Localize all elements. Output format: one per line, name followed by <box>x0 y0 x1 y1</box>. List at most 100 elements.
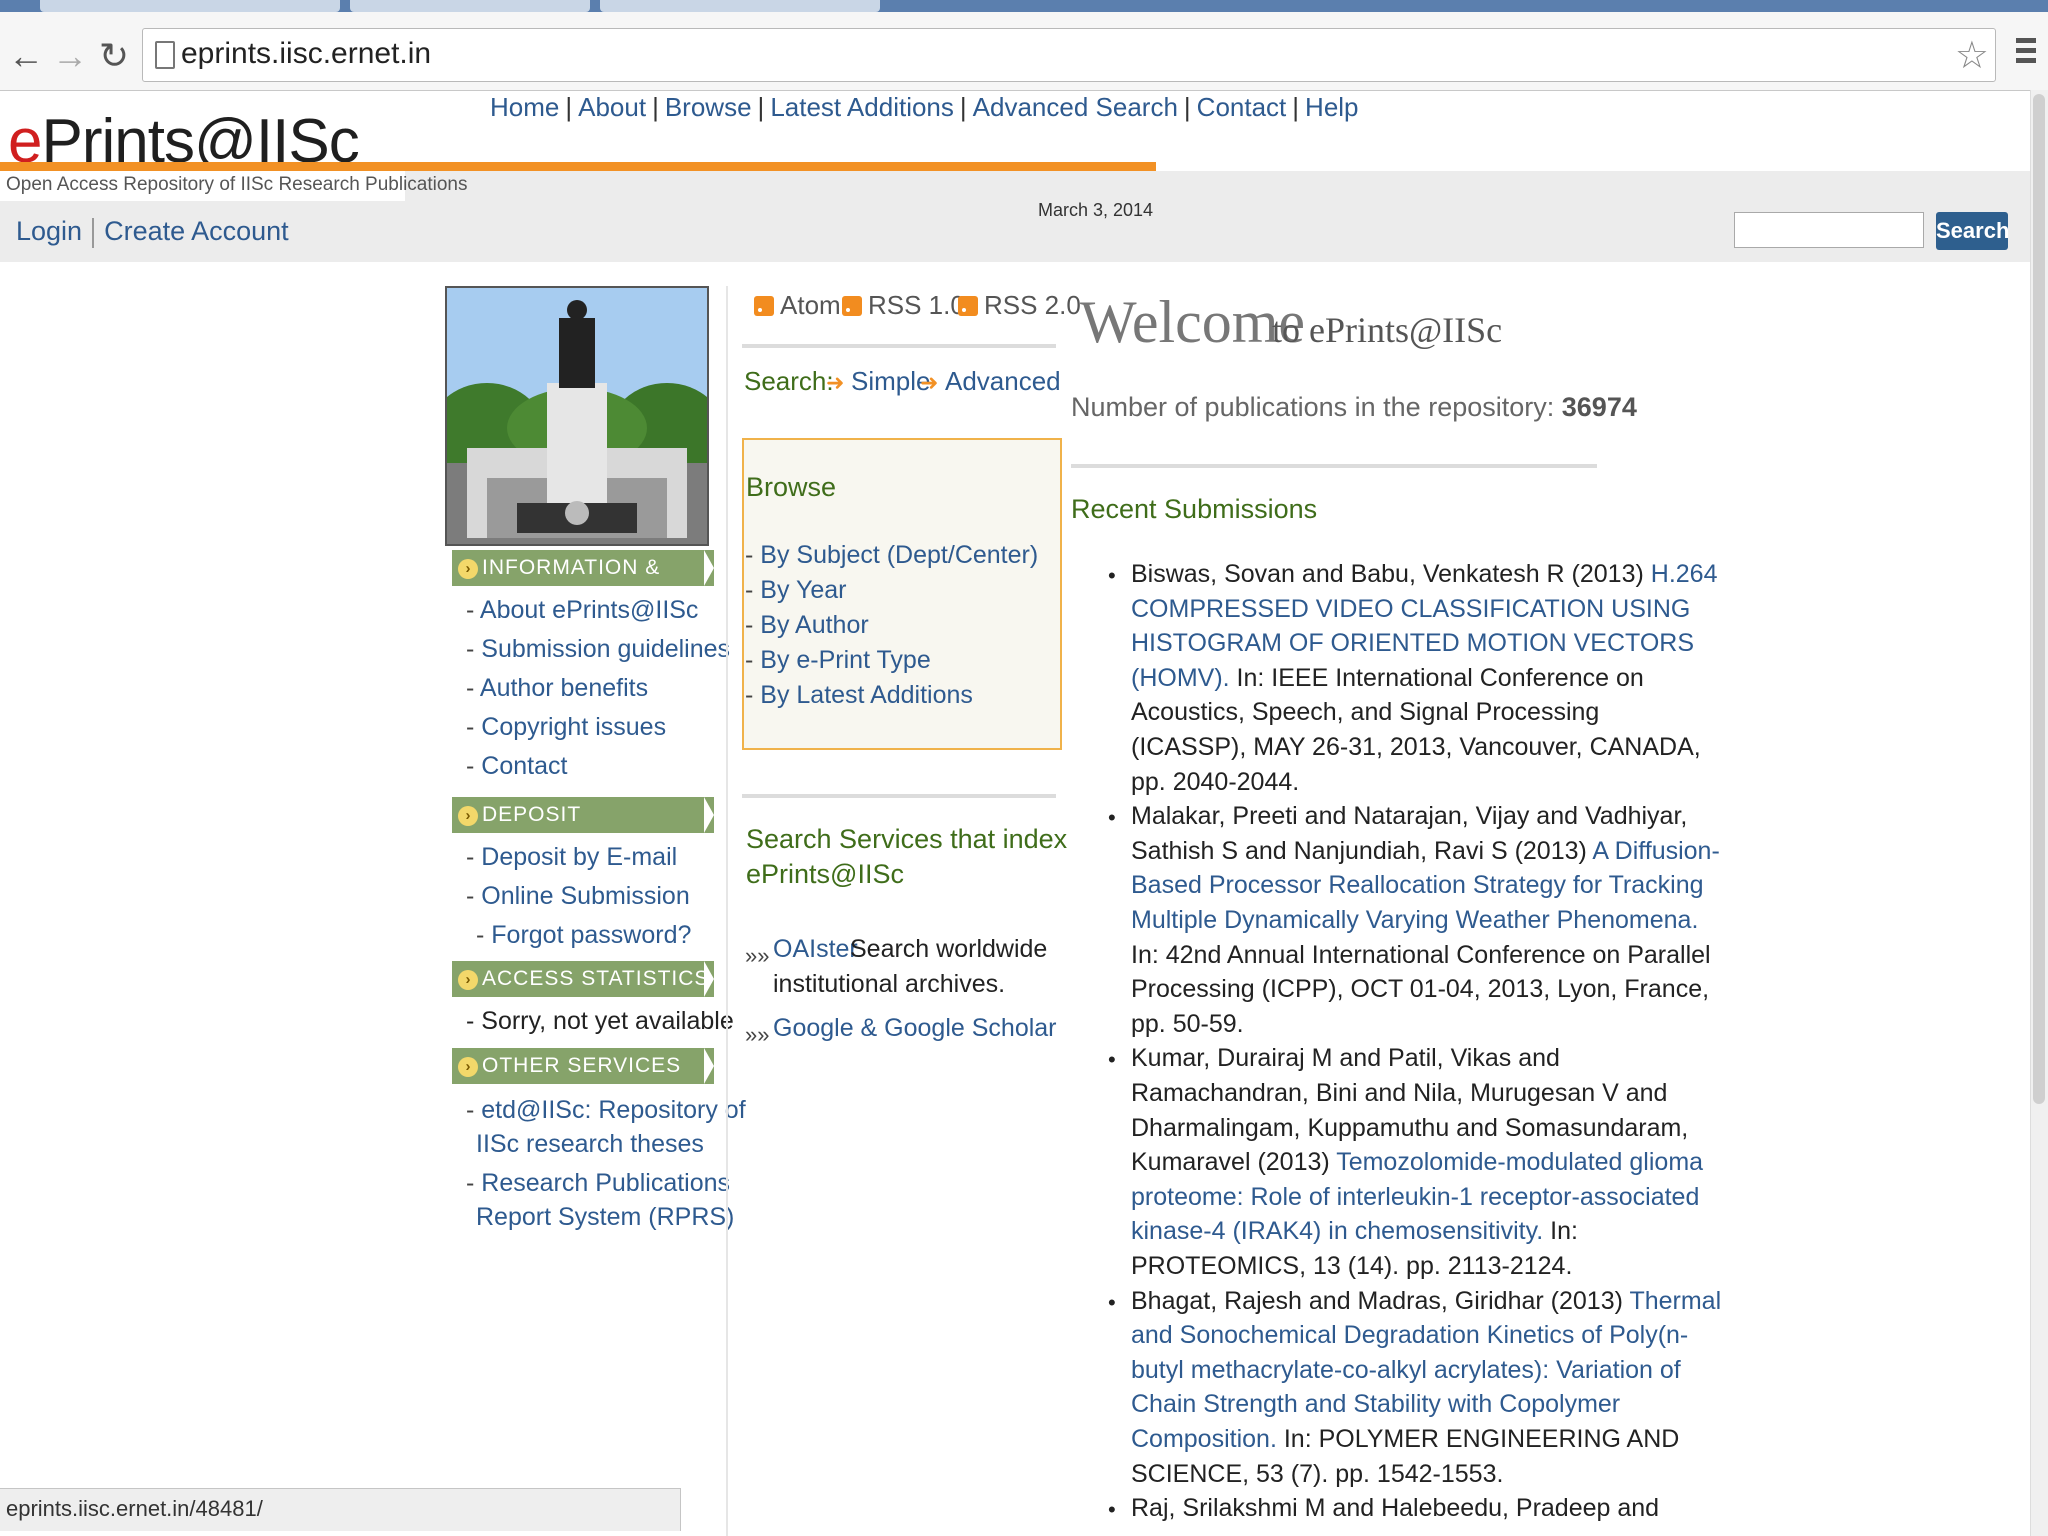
account-links: Login Create Account <box>16 216 289 248</box>
submission-entry-line: Dharmalingam, Kuppamuthu and Somasundara… <box>1131 1113 1689 1142</box>
nav-about[interactable]: About <box>578 92 646 122</box>
bullet-icon: • <box>1108 1047 1116 1073</box>
link-submission-guidelines[interactable]: - Submission guidelines <box>466 635 730 664</box>
arrow-circle-icon: › <box>458 1057 478 1077</box>
submission-entry-line[interactable]: Based Processor Reallocation Strategy fo… <box>1131 871 1704 900</box>
submission-entry-line: pp. 50-59. <box>1131 1009 1244 1038</box>
link-etd-iisc[interactable]: - etd@IISc: Repository of IISc research t… <box>466 1093 746 1161</box>
submission-entry-line[interactable]: Sathish S and Nanjundiah, Ravi S (2013) … <box>1131 837 1720 866</box>
back-arrow-icon[interactable]: ← <box>4 34 48 78</box>
bullet-icon: • <box>1108 805 1116 831</box>
submission-entry-line[interactable]: (HOMV). In: IEEE International Conferenc… <box>1131 664 1644 693</box>
feed-icon <box>958 296 978 316</box>
submission-title-link: Multiple Dynamically Varying Weather Phe… <box>1131 906 1699 934</box>
link-rprs[interactable]: - Research Publications Report System (RP… <box>466 1166 734 1234</box>
bookmark-star-icon[interactable]: ☆ <box>1955 33 1989 78</box>
browser-toolbar: ← → ↻ eprints.iisc.ernet.in ☆ <box>0 12 2048 91</box>
nav-help[interactable]: Help <box>1305 92 1358 122</box>
feed-icon <box>842 296 862 316</box>
submission-entry-line: Kumar, Durairaj M and Patil, Vikas and <box>1131 1044 1560 1073</box>
link-copyright-issues[interactable]: - Copyright issues <box>466 713 666 742</box>
nav-contact[interactable]: Contact <box>1197 92 1287 122</box>
submission-entry-line[interactable]: HISTOGRAM OF ORIENTED MOTION VECTORS <box>1131 629 1694 658</box>
submission-entry-line[interactable]: Chain Strength and Stability with Copoly… <box>1131 1390 1620 1419</box>
browse-title: Browse <box>746 472 837 502</box>
nav-latest-additions[interactable]: Latest Additions <box>770 92 954 122</box>
submission-entry-line[interactable]: Kumaravel (2013) Temozolomide-modulated … <box>1131 1148 1703 1177</box>
browser-menu-icon[interactable] <box>2016 38 2036 68</box>
link-about-eprints[interactable]: - About ePrints@IISc <box>466 596 698 625</box>
submission-entry-line: PROTEOMICS, 13 (14). pp. 2113-2124. <box>1131 1252 1573 1280</box>
browse-by-eprint-type[interactable]: - By e-Print Type <box>745 646 931 675</box>
submission-entry-line: Acoustics, Speech, and Signal Processing <box>1131 698 1600 727</box>
section-deposit-publications: › DEPOSIT PUBLICATIONS <box>452 797 714 862</box>
submission-entry-line[interactable]: Biswas, Sovan and Babu, Venkatesh R (201… <box>1131 560 1717 589</box>
submission-entry-line[interactable]: Composition. In: POLYMER ENGINEERING AND <box>1131 1425 1679 1454</box>
publication-count: Number of publications in the repository… <box>1071 392 1637 422</box>
submission-title-link: and Sonochemical Degradation Kinetics of… <box>1131 1321 1689 1350</box>
nav-browse[interactable]: Browse <box>665 92 752 122</box>
link-author-benefits[interactable]: - Author benefits <box>466 674 648 703</box>
publication-count-value: 36974 <box>1561 392 1637 422</box>
oaister-description-line1: Search worldwide <box>850 935 1048 963</box>
login-link[interactable]: Login <box>16 216 82 246</box>
login-bar <box>0 200 2030 262</box>
address-bar[interactable]: eprints.iisc.ernet.in ☆ <box>142 28 1996 82</box>
simple-search-link[interactable]: Simple <box>851 366 930 397</box>
submission-entry-line[interactable]: Multiple Dynamically Varying Weather Phe… <box>1131 906 1698 935</box>
arrow-right-icon: ➜ <box>920 370 939 395</box>
bullet-icon: • <box>1108 1497 1116 1523</box>
header-accent-bar <box>0 162 1156 171</box>
status-url: eprints.iisc.ernet.in/48481/ <box>6 1496 263 1521</box>
arrow-circle-icon: › <box>458 559 478 579</box>
browser-tab[interactable] <box>40 0 340 12</box>
feed-rss-2[interactable]: RSS 2.0 <box>958 290 1081 321</box>
submission-entry-line: In: 42nd Annual International Conference… <box>1131 940 1711 969</box>
statue-photo <box>445 286 709 546</box>
submission-title-link: butyl methacrylate-co-alkyl acrylates): … <box>1131 1355 1681 1384</box>
submission-title-link: Composition. <box>1131 1425 1277 1453</box>
submission-entry-line[interactable]: and Sonochemical Degradation Kinetics of… <box>1131 1321 1688 1350</box>
search-label: Search: <box>744 366 834 396</box>
browse-by-subject[interactable]: - By Subject (Dept/Center) <box>745 541 1038 570</box>
double-chevron-icon: »» <box>745 943 770 968</box>
feed-atom[interactable]: Atom <box>754 290 841 321</box>
submission-entry-line[interactable]: proteome: Role of interleukin-1 receptor… <box>1131 1183 1699 1212</box>
bullet-icon: • <box>1108 563 1116 588</box>
browser-tab[interactable] <box>600 0 880 12</box>
link-forgot-password[interactable]: - Forgot password? <box>476 921 691 950</box>
google-scholar-link[interactable]: Google & Google Scholar <box>773 1014 1057 1043</box>
submission-title-link: HISTOGRAM OF ORIENTED MOTION VECTORS <box>1131 629 1695 658</box>
feed-icon <box>754 296 774 316</box>
browser-tab[interactable] <box>350 0 590 12</box>
search-input[interactable] <box>1734 212 1924 248</box>
page-icon <box>155 41 175 69</box>
divider <box>92 217 95 248</box>
oaister-link[interactable]: OAIster <box>773 935 858 964</box>
submission-title-link: A Diffusion- <box>1592 836 1720 865</box>
submission-entry-line[interactable]: Bhagat, Rajesh and Madras, Giridhar (201… <box>1131 1287 1721 1316</box>
submission-entry-line[interactable]: butyl methacrylate-co-alkyl acrylates): … <box>1131 1356 1681 1385</box>
submission-title-link: Based Processor Reallocation Strategy fo… <box>1131 871 1704 900</box>
browse-by-year[interactable]: - By Year <box>745 576 846 605</box>
link-contact[interactable]: - Contact <box>466 752 567 781</box>
nav-home[interactable]: Home <box>490 92 559 122</box>
submission-entry-line[interactable]: kinase-4 (IRAK4) in chemosensitivity. In… <box>1131 1217 1578 1246</box>
create-account-link[interactable]: Create Account <box>104 216 289 246</box>
column-divider <box>726 286 728 1536</box>
search-button[interactable]: Search <box>1936 212 2009 250</box>
forward-arrow-icon[interactable]: → <box>48 34 92 78</box>
link-deposit-email[interactable]: - Deposit by E-mail <box>466 843 677 872</box>
scrollbar-thumb[interactable] <box>2033 94 2045 1104</box>
browse-by-latest-additions[interactable]: - By Latest Additions <box>745 681 973 710</box>
feed-rss-1[interactable]: RSS 1.0 <box>842 290 965 321</box>
link-online-submission[interactable]: - Online Submission <box>466 882 690 911</box>
advanced-search-link[interactable]: Advanced <box>945 366 1061 397</box>
browse-by-author[interactable]: - By Author <box>745 611 869 640</box>
submission-entry-line[interactable]: COMPRESSED VIDEO CLASSIFICATION USING <box>1131 595 1690 624</box>
nav-advanced-search[interactable]: Advanced Search <box>973 92 1178 122</box>
reload-icon[interactable]: ↻ <box>92 34 136 78</box>
submission-title-link: kinase-4 (IRAK4) in chemosensitivity. <box>1131 1217 1544 1246</box>
welcome-divider <box>1071 464 1597 468</box>
address-url[interactable]: eprints.iisc.ernet.in <box>181 37 431 71</box>
